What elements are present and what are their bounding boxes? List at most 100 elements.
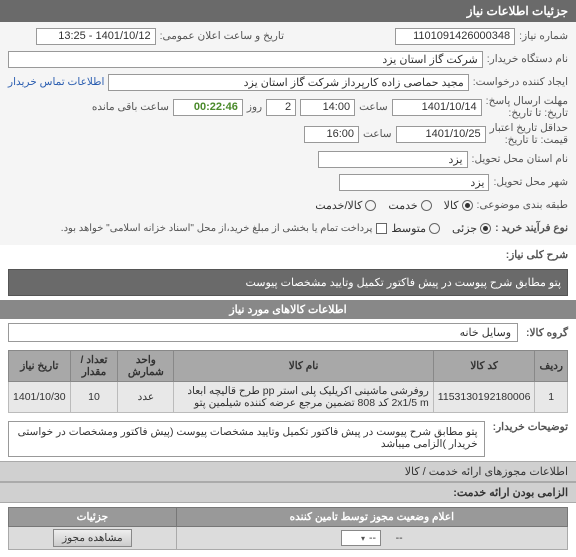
radio-kala-dot [462,200,473,211]
label-roz: روز [247,101,262,113]
radio-khadamat-dot [421,200,432,211]
label-till: تاریخ: تا تاریخ: [486,107,568,119]
label-number: شماره نیاز: [519,30,568,42]
label-need: شرح کلی نیاز: [506,249,568,261]
radio-partial[interactable]: جزئی [452,222,491,235]
field-city: یزد [339,174,489,191]
permit-row: -- -- ▾ مشاهده مجوز [9,527,568,550]
radio-mid-label: متوسط [391,222,426,235]
th-code: کد کالا [433,351,535,382]
field-deadline-date: 1401/10/14 [392,99,482,116]
row-province: نام استان محل تحویل: یزد [8,149,568,169]
page-title: جزئیات اطلاعات نیاز [467,4,568,18]
cell-status: -- -- ▾ [176,527,567,550]
label-category: طبقه بندی موضوعی: [477,199,568,211]
row-creator: ایجاد کننده درخواست: مجید حماصی زاده کار… [8,72,568,92]
need-textbox: پتو مطابق شرح پیوست در پیش فاکتور تکمیل … [8,269,568,296]
field-goods-group: وسایل خانه [8,323,518,342]
label-public-time: تاریخ و ساعت اعلان عمومی: [160,30,284,42]
contact-link[interactable]: اطلاعات تماس خریدار [8,76,104,88]
permits-section: اطلاعات مجوزهای ارائه خدمت / کالا [0,461,576,482]
dash1: -- [396,532,403,544]
radio-partial-label: جزئی [452,222,477,235]
label-mandatory: الزامی بودن ارائه خدمت: [453,486,568,499]
row-number-time: شماره نیاز: 1101091426000348 تاریخ و ساع… [8,26,568,46]
cell-date: 1401/10/30 [9,382,71,413]
label-process: نوع فرآیند خرید : [495,222,568,234]
form-area: شماره نیاز: 1101091426000348 تاریخ و ساع… [0,22,576,245]
label-credit: حداقل تاریخ اعتبار [490,122,568,134]
row-category: طبقه بندی موضوعی: کالا خدمت کالا/خدمت [8,195,568,215]
cell-detail: مشاهده مجوز [9,527,177,550]
checkbox-treasury[interactable] [376,223,387,234]
label-deadline: مهلت ارسال پاسخ: [486,95,568,107]
radio-khadamat[interactable]: خدمت [388,199,431,212]
radio-partial-dot [480,223,491,234]
cell-unit: عدد [118,382,174,413]
radio-kalakhad-dot [365,200,376,211]
goods-group-row: گروه کالا: وسایل خانه [0,319,576,346]
remain-time-text: 00:22:46 [194,101,238,113]
status-select[interactable]: -- ▾ [341,530,381,546]
radio-kalakhad[interactable]: کالا/خدمت [315,199,376,212]
row-city: شهر محل تحویل: یزد [8,172,568,192]
label-remain: ساعت باقی مانده [92,101,169,113]
label-saat1: ساعت [359,101,388,113]
mandatory-row: الزامی بودن ارائه خدمت: [0,482,576,503]
th-status: اعلام وضعیت مجوز توسط تامین کننده [176,508,567,527]
cell-name: روفرشی ماشینی اکریلیک پلی استر pp طرح قا… [174,382,433,413]
chevron-down-icon: ▾ [361,534,365,543]
cell-qty: 10 [70,382,118,413]
field-creator: مجید حماصی زاده کارپرداز شرکت گاز استان … [108,74,468,91]
field-remain-days: 2 [266,99,296,116]
field-deadline-time: 14:00 [300,99,355,116]
need-row: شرح کلی نیاز: [0,245,576,265]
radio-kala[interactable]: کالا [444,199,473,212]
label-creator: ایجاد کننده درخواست: [473,76,568,88]
th-date: تاریخ نیاز [9,351,71,382]
goods-section-bar: اطلاعات کالاهای مورد نیاز [0,300,576,319]
label-buyer: نام دستگاه خریدار: [487,53,568,65]
field-credit-time: 16:00 [304,126,359,143]
table-row[interactable]: 1 1153130192180006 روفرشی ماشینی اکریلیک… [9,382,568,413]
label-buyer-note: توضیحات خریدار: [493,421,568,433]
field-buyer: شرکت گاز استان یزد [8,51,483,68]
permits-section-text: اطلاعات مجوزهای ارائه خدمت / کالا [405,466,568,478]
label-city: شهر محل تحویل: [493,176,568,188]
label-credit-till: قیمت: تا تاریخ: [490,134,568,146]
cell-idx: 1 [535,382,568,413]
process-radios: جزئی متوسط [391,222,491,235]
goods-section-title: اطلاعات کالاهای مورد نیاز [229,304,346,316]
radio-mid[interactable]: متوسط [391,222,440,235]
radio-kala-label: کالا [444,199,459,212]
need-text: پتو مطابق شرح پیوست در پیش فاکتور تکمیل … [245,277,561,289]
select-value: -- [369,532,376,544]
th-unit: واحد شمارش [118,351,174,382]
th-detail: جزئیات [9,508,177,527]
th-qty: تعداد / مقدار [70,351,118,382]
row-deadline: مهلت ارسال پاسخ: تاریخ: تا تاریخ: 1401/1… [8,95,568,119]
field-credit-date: 1401/10/25 [396,126,486,143]
buyer-note-row: توضیحات خریدار: پتو مطابق شرح پیوست در پ… [0,417,576,461]
field-remain-time: 00:22:46 [173,99,243,116]
radio-kalakhad-label: کالا/خدمت [315,199,362,212]
th-name: نام کالا [174,351,433,382]
field-public-time: 1401/10/12 - 13:25 [36,28,156,45]
buyer-note-text: پتو مطابق شرح پیوست در پیش فاکتور تکمیل … [18,426,478,450]
permits-table: اعلام وضعیت مجوز توسط تامین کننده جزئیات… [8,507,568,550]
field-province: یزد [318,151,468,168]
row-process: نوع فرآیند خرید : جزئی متوسط پرداخت تمام… [8,218,568,238]
label-province: نام استان محل تحویل: [472,153,568,165]
row-credit: حداقل تاریخ اعتبار قیمت: تا تاریخ: 1401/… [8,122,568,146]
category-radios: کالا خدمت کالا/خدمت [315,199,472,212]
cell-code: 1153130192180006 [433,382,535,413]
page-header: جزئیات اطلاعات نیاز [0,0,576,22]
radio-khadamat-label: خدمت [388,199,417,212]
view-permit-button[interactable]: مشاهده مجوز [53,529,132,547]
radio-mid-dot [429,223,440,234]
field-number: 1101091426000348 [395,28,515,45]
th-row: ردیف [535,351,568,382]
label-saat2: ساعت [363,128,392,140]
goods-table: ردیف کد کالا نام کالا واحد شمارش تعداد /… [8,350,568,413]
label-treasury: پرداخت تمام یا بخشی از مبلغ خرید،از محل … [61,223,373,234]
